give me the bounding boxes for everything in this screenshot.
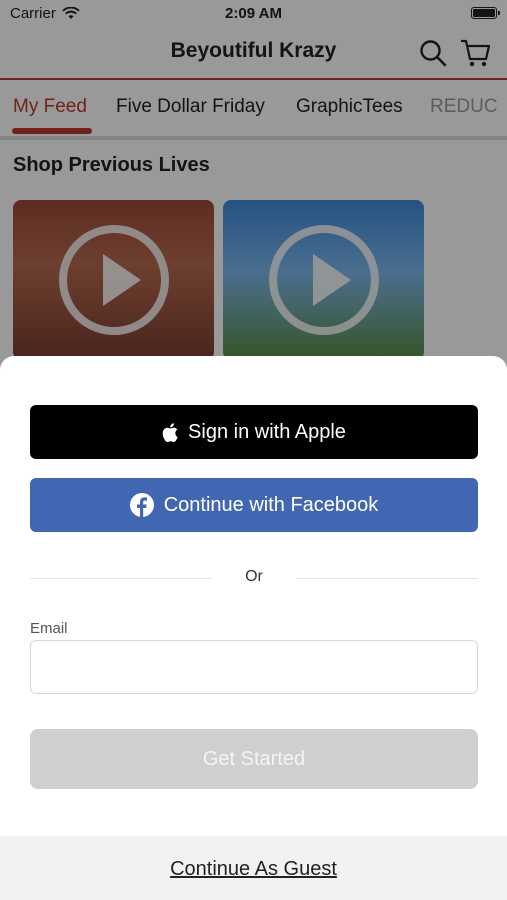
or-divider: Or <box>30 568 478 588</box>
facebook-button-label: Continue with Facebook <box>163 493 379 516</box>
email-label: Email <box>30 620 68 637</box>
continue-with-facebook-button[interactable]: Continue with Facebook <box>30 478 478 532</box>
facebook-icon <box>129 493 154 517</box>
sign-in-with-apple-button[interactable]: Sign in with Apple <box>30 405 478 459</box>
or-label: Or <box>245 568 263 585</box>
login-sheet: Sign in with Apple Continue with Faceboo… <box>0 356 507 900</box>
email-field[interactable] <box>30 640 478 694</box>
apple-icon <box>162 422 178 442</box>
continue-as-guest-link[interactable]: Continue As Guest <box>0 858 507 881</box>
apple-button-label: Sign in with Apple <box>188 420 346 443</box>
divider-line <box>296 578 478 579</box>
guest-bar: Continue As Guest <box>0 836 507 900</box>
get-started-button[interactable]: Get Started <box>30 729 478 789</box>
